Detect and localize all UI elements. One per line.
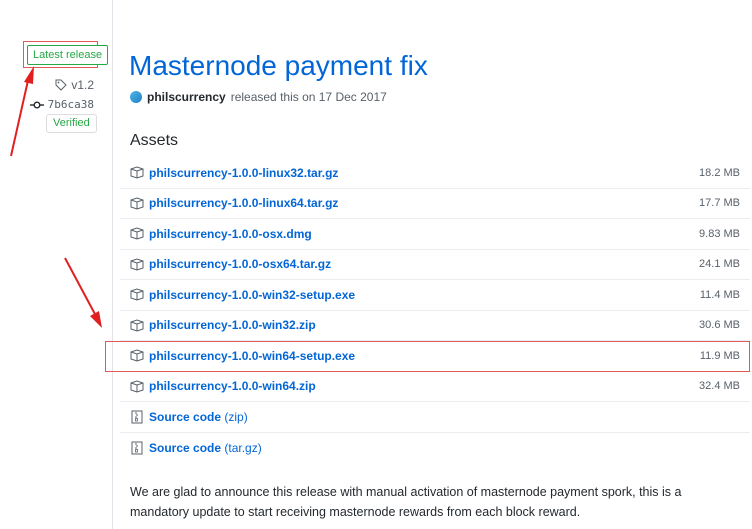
source-code-row[interactable]: Source code (tar.gz) [120,433,750,464]
asset-size: 24.1 MB [699,258,740,271]
asset-link[interactable]: philscurrency-1.0.0-win32.zip [149,318,316,332]
release-byline: philscurrency released this on 17 Dec 20… [130,90,387,104]
asset-row[interactable]: philscurrency-1.0.0-osx64.tar.gz 24.1 MB [120,250,750,280]
asset-link[interactable]: philscurrency-1.0.0-win32-setup.exe [149,288,355,302]
asset-row-highlighted[interactable]: philscurrency-1.0.0-win64-setup.exe 11.9… [105,341,750,372]
author-link[interactable]: philscurrency [147,90,226,104]
source-code-format: (tar.gz) [224,440,262,455]
asset-size: 11.9 MB [699,349,740,362]
asset-size: 32.4 MB [699,380,740,393]
package-icon [129,318,145,332]
package-icon [129,288,145,302]
asset-row[interactable]: philscurrency-1.0.0-win64.zip 32.4 MB [120,372,750,402]
source-code-label: Source code [149,440,222,455]
asset-row[interactable]: philscurrency-1.0.0-win32.zip 30.6 MB [120,311,750,341]
asset-link[interactable]: philscurrency-1.0.0-linux64.tar.gz [149,196,338,210]
asset-list: philscurrency-1.0.0-linux32.tar.gz 18.2 … [105,158,750,464]
source-code-format: (zip) [224,409,248,424]
asset-size: 30.6 MB [699,319,740,332]
asset-row[interactable]: philscurrency-1.0.0-linux64.tar.gz 17.7 … [120,189,750,219]
source-code-link[interactable]: Source code (zip) [149,410,248,424]
asset-size: 9.83 MB [699,227,740,240]
package-icon [129,349,145,363]
release-description: We are glad to announce this release wit… [130,485,682,519]
asset-row[interactable]: philscurrency-1.0.0-linux32.tar.gz 18.2 … [120,158,750,189]
asset-row[interactable]: philscurrency-1.0.0-osx.dmg 9.83 MB [120,219,750,250]
asset-link[interactable]: philscurrency-1.0.0-osx.dmg [149,227,312,241]
package-icon [129,196,145,210]
asset-link[interactable]: philscurrency-1.0.0-linux32.tar.gz [149,166,338,180]
asset-size: 11.4 MB [699,288,740,301]
package-icon [129,166,145,180]
release-title[interactable]: Masternode payment fix [129,50,428,82]
file-zip-icon [129,441,145,455]
arrow-up-icon [10,66,34,157]
release-date-text: released this on 17 Dec 2017 [230,90,387,104]
avatar[interactable] [130,91,142,103]
asset-size: 18.2 MB [699,166,740,179]
annotation-arrows [10,66,102,328]
asset-link[interactable]: philscurrency-1.0.0-osx64.tar.gz [149,257,331,271]
package-icon [129,257,145,271]
arrow-down-icon [64,257,102,328]
source-code-link[interactable]: Source code (tar.gz) [149,441,262,455]
asset-size: 17.7 MB [699,197,740,210]
file-zip-icon [129,410,145,424]
package-icon [129,227,145,241]
package-icon [129,379,145,393]
asset-row[interactable]: philscurrency-1.0.0-win32-setup.exe 11.4… [120,280,750,311]
asset-link[interactable]: philscurrency-1.0.0-win64.zip [149,379,316,393]
asset-link[interactable]: philscurrency-1.0.0-win64-setup.exe [149,349,355,363]
source-code-row[interactable]: Source code (zip) [120,402,750,433]
assets-heading: Assets [130,132,179,149]
source-code-label: Source code [149,409,222,424]
